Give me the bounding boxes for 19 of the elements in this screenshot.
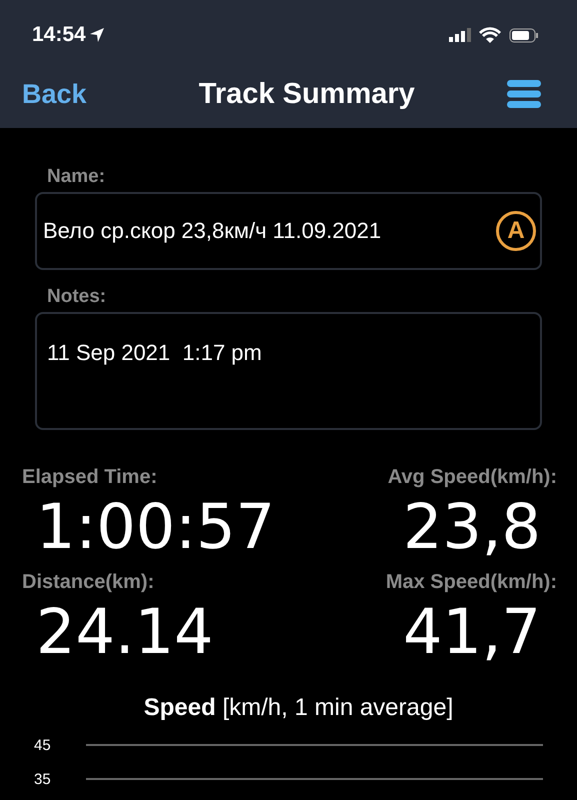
stat-value: 23,8	[402, 489, 541, 565]
name-label: Name:	[47, 166, 106, 188]
stat-label: Elapsed Time:	[22, 466, 158, 489]
status-time: 14:54	[32, 23, 86, 47]
notes-label: Notes:	[47, 286, 108, 308]
axis-tick-label: 35	[34, 770, 52, 788]
back-link[interactable]: Back	[22, 78, 87, 110]
name-field[interactable]: Вело ср.скор 23,8км/ч 11.09.2021 A	[35, 192, 542, 270]
stat-value: 1:00:57	[36, 489, 276, 565]
screen-title: Track Summary	[198, 78, 415, 110]
axis-tick-label: 45	[34, 736, 52, 754]
stat-value: 24.14	[36, 594, 214, 670]
stat-label: Distance(km):	[22, 571, 154, 594]
notes-field[interactable]: 11 Sep 2021 1:17 pm	[35, 312, 542, 430]
chart-title: Speed [km/h, 1 min average]	[142, 694, 454, 722]
stat-value: 41,7	[402, 594, 541, 670]
auto-name-button[interactable]: A	[496, 211, 536, 251]
stat-label: Avg Speed(km/h):	[388, 466, 557, 489]
stat-label: Max Speed(km/h):	[386, 571, 557, 594]
